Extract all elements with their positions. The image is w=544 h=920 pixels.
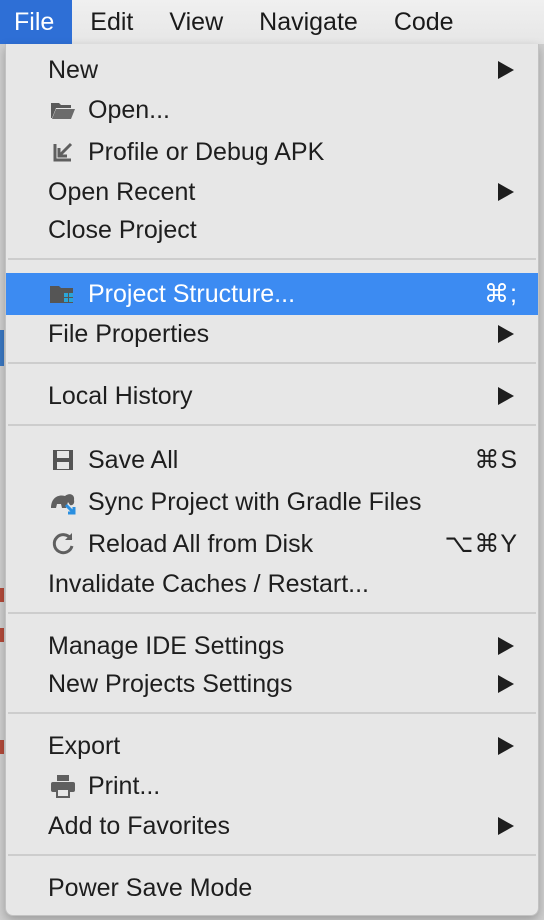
menu-item-label: Profile or Debug APK — [88, 137, 325, 166]
menu-item-export[interactable]: Export — [6, 726, 538, 766]
menu-item-open[interactable]: Open... — [6, 90, 538, 130]
menu-separator — [8, 612, 536, 614]
menubar-view[interactable]: View — [151, 0, 241, 44]
menubar-navigate[interactable]: Navigate — [241, 0, 376, 44]
submenu-arrow-icon — [498, 675, 514, 693]
background-selection-marker — [0, 330, 4, 366]
menu-item-new[interactable]: New — [6, 50, 538, 90]
menu-separator — [8, 258, 536, 260]
floppy-disk-icon — [48, 446, 78, 474]
submenu-arrow-icon — [498, 325, 514, 343]
shortcut-label: ⌘; — [484, 280, 518, 308]
menu-item-label: Invalidate Caches / Restart... — [48, 569, 369, 598]
gradle-sync-icon — [48, 488, 78, 516]
printer-icon — [48, 772, 78, 800]
menu-item-print[interactable]: Print... — [6, 766, 538, 806]
menu-item-label: Open Recent — [48, 177, 196, 206]
menu-separator — [8, 712, 536, 714]
menu-item-label: Add to Favorites — [48, 811, 231, 840]
menu-item-label: Power Save Mode — [48, 873, 253, 902]
menubar-file[interactable]: File — [0, 0, 73, 44]
menu-item-reload-disk[interactable]: Reload All from Disk ⌥⌘Y — [6, 524, 538, 564]
menu-item-invalidate-caches[interactable]: Invalidate Caches / Restart... — [6, 564, 538, 604]
background-code-marker — [0, 588, 4, 602]
menu-item-open-recent[interactable]: Open Recent — [6, 172, 538, 212]
menu-item-label: New — [48, 55, 99, 84]
menubar-edit[interactable]: Edit — [72, 0, 151, 44]
submenu-arrow-icon — [498, 737, 514, 755]
menu-item-label: Close Project — [48, 215, 197, 244]
menu-item-manage-ide-settings[interactable]: Manage IDE Settings — [6, 626, 538, 666]
background-code-marker — [0, 628, 4, 642]
menu-item-label: New Projects Settings — [48, 669, 293, 698]
menu-item-label: Reload All from Disk — [88, 529, 314, 558]
menu-item-label: Print... — [88, 771, 161, 800]
project-structure-icon — [48, 280, 78, 308]
menu-item-save-all[interactable]: Save All ⌘S — [6, 440, 538, 480]
menu-item-local-history[interactable]: Local History — [6, 376, 538, 416]
submenu-arrow-icon — [498, 637, 514, 655]
menu-separator — [8, 424, 536, 426]
submenu-arrow-icon — [498, 817, 514, 835]
background-code-marker — [0, 740, 4, 754]
menu-item-label: Project Structure... — [88, 279, 296, 308]
reload-icon — [48, 530, 78, 558]
folder-open-icon — [48, 96, 78, 124]
menu-separator — [8, 362, 536, 364]
menu-item-close-project[interactable]: Close Project — [6, 210, 538, 250]
menu-item-label: Sync Project with Gradle Files — [88, 487, 422, 516]
menu-bar: File Edit View Navigate Code — [0, 0, 544, 44]
arrow-in-icon — [48, 138, 78, 166]
menu-item-add-to-favorites[interactable]: Add to Favorites — [6, 806, 538, 846]
menubar-code[interactable]: Code — [376, 0, 472, 44]
submenu-arrow-icon — [498, 61, 514, 79]
menu-item-label: File Properties — [48, 319, 210, 348]
menu-item-label: Open... — [88, 95, 170, 124]
submenu-arrow-icon — [498, 387, 514, 405]
file-menu-dropdown: New Open... Profile or Debug APK Open Re… — [5, 44, 539, 916]
menu-item-label: Manage IDE Settings — [48, 631, 285, 660]
menu-item-profile-debug-apk[interactable]: Profile or Debug APK — [6, 132, 538, 172]
menu-item-file-properties[interactable]: File Properties — [6, 314, 538, 354]
menu-item-new-projects-settings[interactable]: New Projects Settings — [6, 664, 538, 704]
shortcut-label: ⌘S — [474, 446, 518, 474]
menu-item-label: Save All — [88, 445, 179, 474]
menu-separator — [8, 854, 536, 856]
menu-item-label: Local History — [48, 381, 193, 410]
menu-item-label: Export — [48, 731, 121, 760]
menu-item-sync-gradle[interactable]: Sync Project with Gradle Files — [6, 482, 538, 522]
submenu-arrow-icon — [498, 183, 514, 201]
menu-item-power-save-mode[interactable]: Power Save Mode — [6, 868, 538, 908]
shortcut-label: ⌥⌘Y — [444, 530, 518, 558]
menu-item-project-structure[interactable]: Project Structure... ⌘; — [6, 273, 538, 315]
